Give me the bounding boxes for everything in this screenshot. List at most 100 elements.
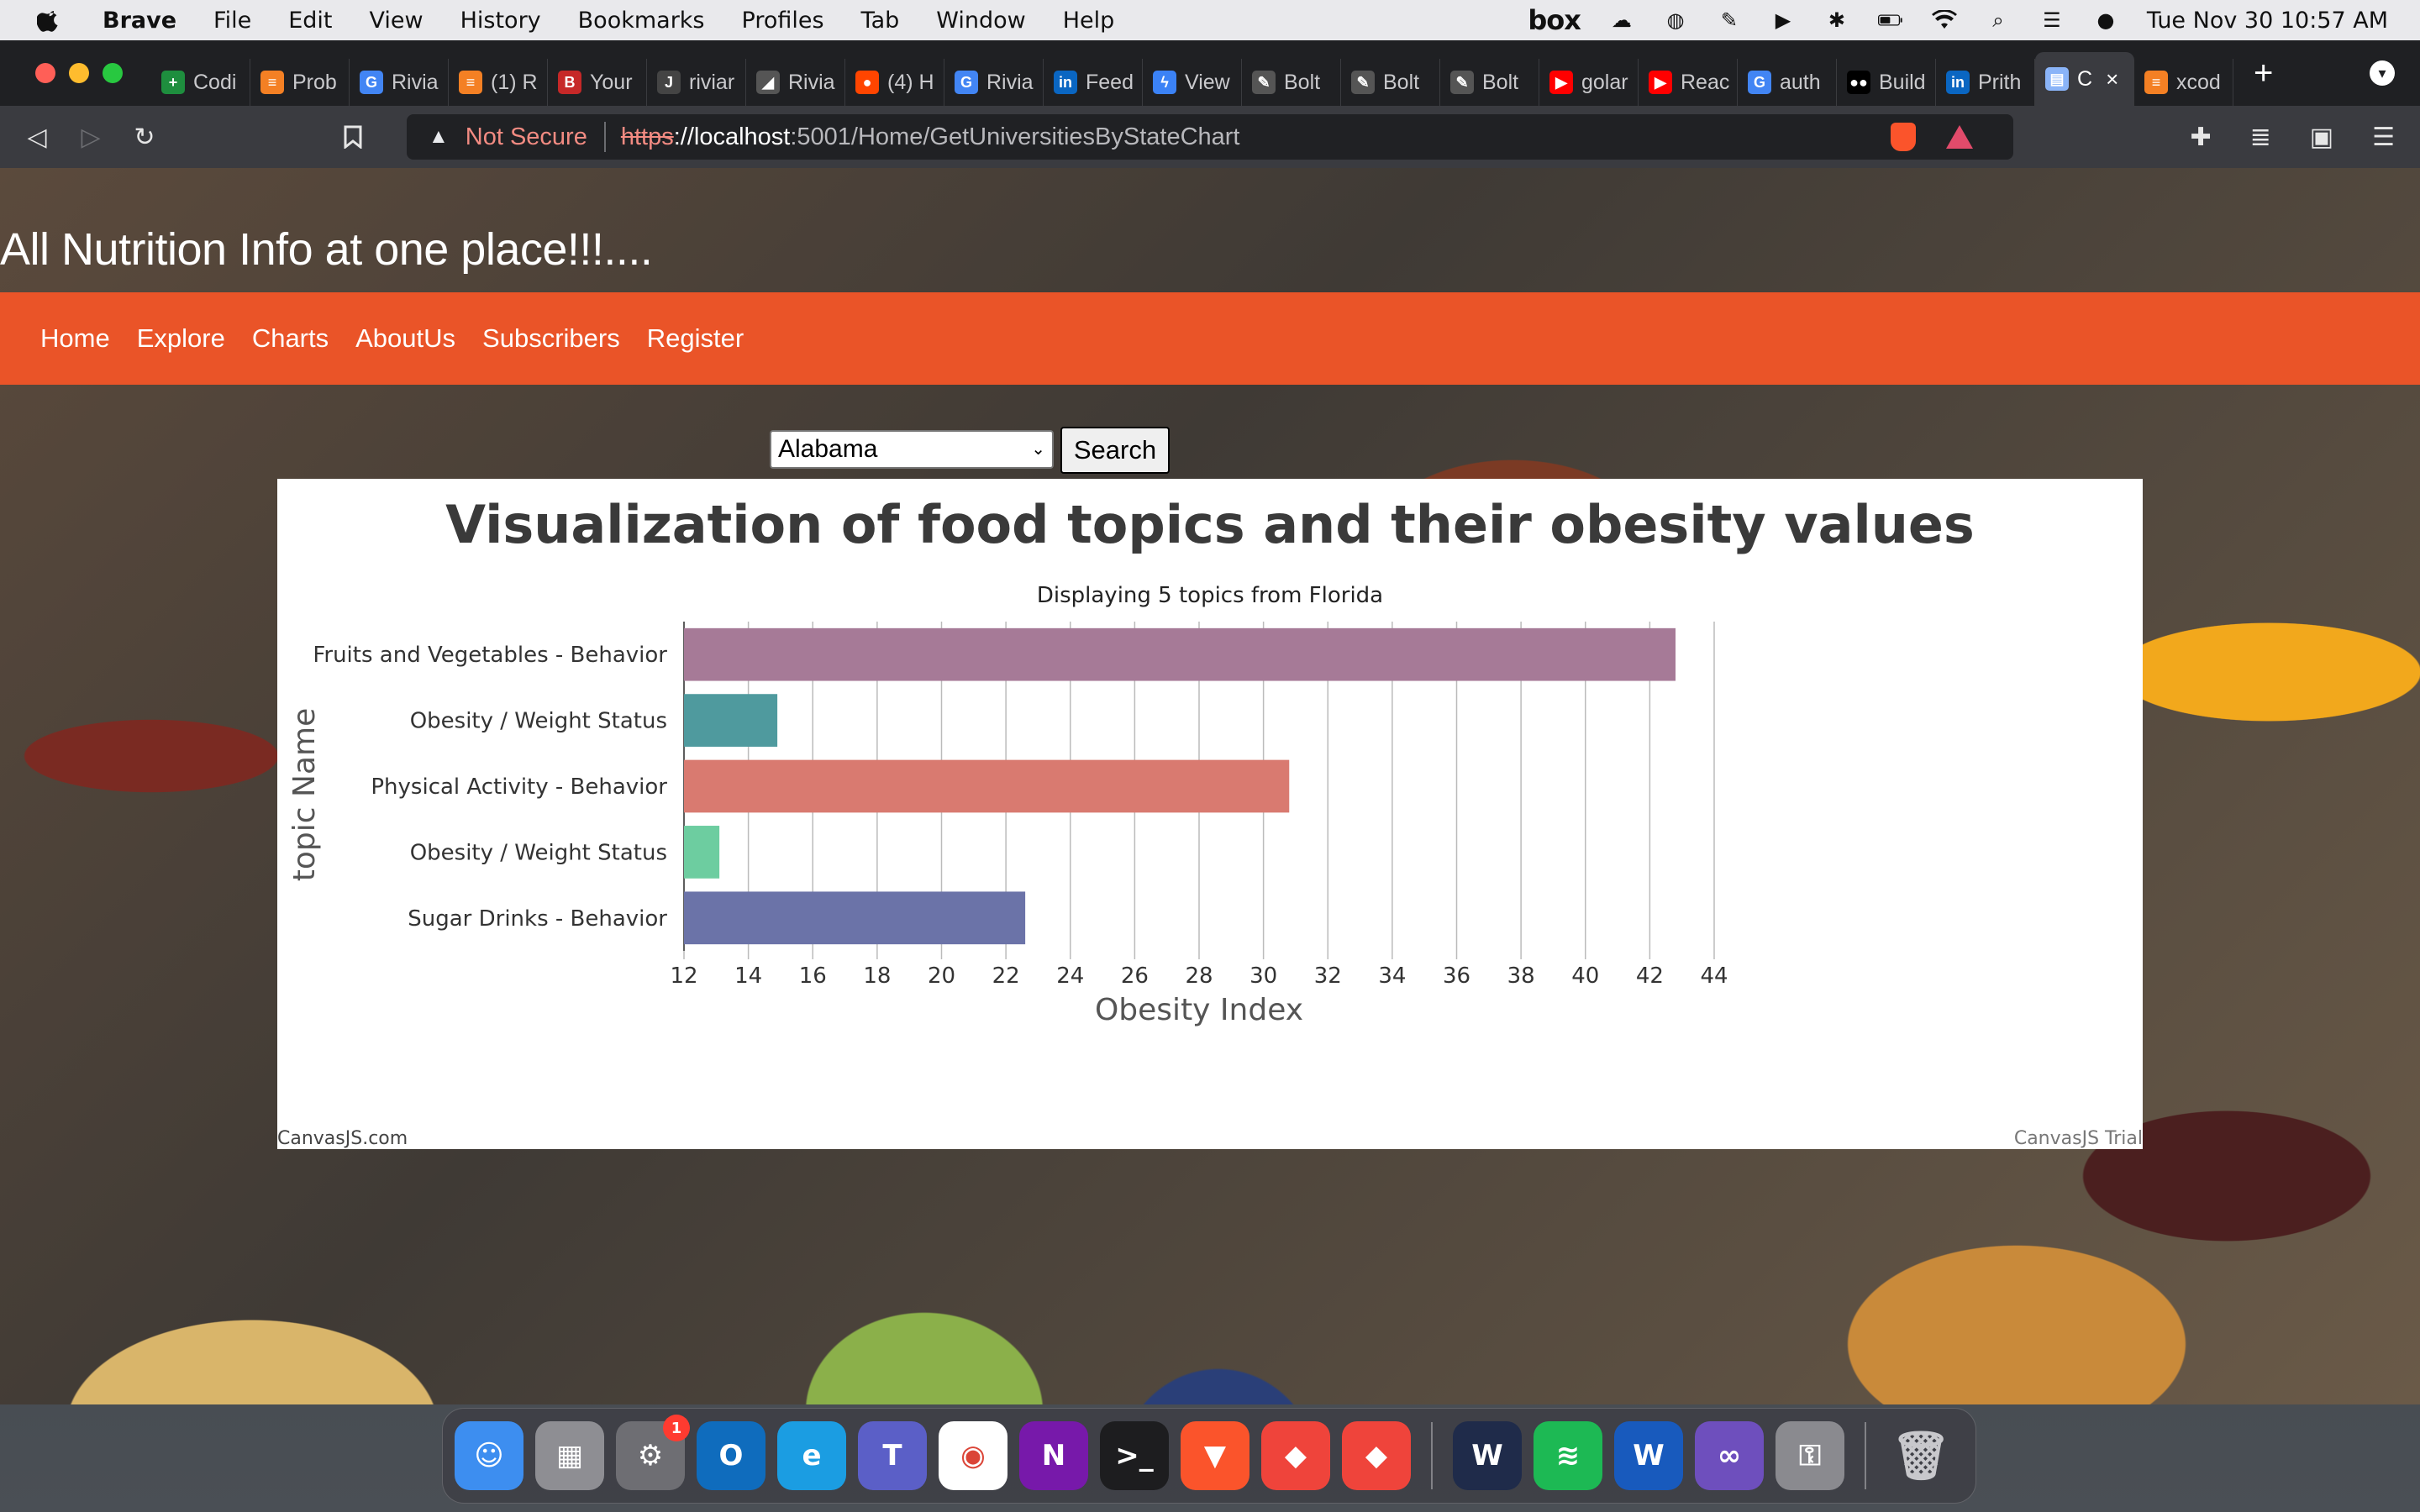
menu-help[interactable]: Help [1063, 8, 1115, 34]
word-icon[interactable]: W [1614, 1421, 1683, 1490]
menu-edit[interactable]: Edit [288, 8, 332, 34]
tab[interactable]: + Codi [151, 59, 250, 106]
tab[interactable]: ●● Build [1837, 59, 1936, 106]
battery-icon[interactable] [1877, 8, 1903, 32]
tab[interactable]: ● (4) H [845, 59, 944, 106]
nav-subscribers[interactable]: Subscribers [482, 323, 620, 354]
warning-icon[interactable]: ▲ [429, 125, 449, 149]
brave-icon[interactable]: ▼ [1181, 1421, 1249, 1490]
tab[interactable]: B Your [548, 59, 647, 106]
menu-bookmarks[interactable]: Bookmarks [578, 8, 705, 34]
tab-search-icon[interactable]: ▾ [2370, 60, 2395, 86]
nav-explore[interactable]: Explore [137, 323, 225, 354]
brave-rewards-icon[interactable] [1946, 125, 1973, 149]
tab[interactable]: ϟ View [1143, 59, 1242, 106]
tab[interactable]: Jriviar [647, 59, 746, 106]
tab[interactable]: in Prith [1936, 59, 2035, 106]
edge-icon[interactable]: e [777, 1421, 846, 1490]
tab[interactable]: ▶ golar [1539, 59, 1639, 106]
menu-icon[interactable]: ☰ [2372, 123, 2395, 152]
canvasjs-credit[interactable]: CanvasJS.com [277, 1128, 408, 1149]
tab[interactable]: ✎ Bolt [1440, 59, 1539, 106]
new-tab-button[interactable]: + [2254, 55, 2273, 92]
chrome-icon[interactable]: ◉ [939, 1421, 1007, 1490]
tab-label: Rivia [788, 70, 835, 94]
bookmark-icon[interactable] [336, 120, 370, 154]
nav-home[interactable]: Home [40, 323, 110, 354]
pen-tool-icon[interactable]: ✎ [1717, 8, 1742, 32]
x-tick-label: 36 [1443, 963, 1470, 989]
tab[interactable]: ✎ Bolt [1242, 59, 1341, 106]
playlist-icon[interactable]: ≣ [2250, 123, 2271, 152]
menu-file[interactable]: File [213, 8, 251, 34]
control-center-icon[interactable]: ☰ [2039, 8, 2065, 32]
onenote-icon[interactable]: N [1019, 1421, 1088, 1490]
tab[interactable]: Gauth [1738, 59, 1837, 106]
menu-window[interactable]: Window [936, 8, 1025, 34]
menu-app-name[interactable]: Brave [103, 8, 176, 34]
brave-shields-icon[interactable] [1891, 123, 1916, 151]
anydesk-icon-2[interactable]: ◆ [1342, 1421, 1411, 1490]
terminal-icon[interactable]: >_ [1100, 1421, 1169, 1490]
menu-tab[interactable]: Tab [861, 8, 900, 34]
close-tab-icon[interactable]: × [2106, 66, 2118, 92]
tab[interactable]: ▶ Reac [1639, 59, 1738, 106]
trash-icon[interactable]: 🗑 [1886, 1421, 1955, 1490]
reload-button[interactable]: ↻ [128, 120, 161, 154]
not-secure-label[interactable]: Not Secure [466, 123, 587, 151]
finder-icon[interactable]: ☺ [455, 1421, 523, 1490]
outlook-icon[interactable]: O [697, 1421, 765, 1490]
launchpad-icon[interactable]: ▦ [535, 1421, 604, 1490]
back-button[interactable]: ◁ [20, 120, 54, 154]
box-menu-icon[interactable]: box [1528, 4, 1581, 36]
menu-clock[interactable]: Tue Nov 30 10:57 AM [2147, 8, 2388, 34]
visual-studio-icon[interactable]: ∞ [1695, 1421, 1764, 1490]
chart-container: Visualization of food topics and their o… [277, 479, 2143, 1149]
nav-register[interactable]: Register [647, 323, 744, 354]
tab-active[interactable]: ▤ C × [2035, 52, 2134, 106]
bluetooth-icon[interactable]: ✱ [1824, 8, 1849, 32]
address-bar[interactable]: ▲ Not Secure https ://localhost :5001/Ho… [407, 114, 2013, 160]
system-preferences-icon[interactable]: ⚙ 1 [616, 1415, 690, 1490]
apple-icon[interactable] [37, 8, 62, 33]
y-tick-label: Fruits and Vegetables - Behavior [313, 643, 667, 668]
bolt-icon: ϟ [1153, 71, 1176, 94]
nav-aboutus[interactable]: AboutUs [355, 323, 455, 354]
tab[interactable]: ≡ xcod [2134, 59, 2233, 106]
extensions-icon[interactable]: ✚ [2190, 123, 2211, 152]
spotify-icon[interactable]: ≋ [1534, 1421, 1602, 1490]
menu-profiles[interactable]: Profiles [742, 8, 824, 34]
wacom-icon[interactable]: ◍ [1663, 8, 1688, 32]
keychain-icon[interactable]: ⚿ [1776, 1421, 1844, 1490]
nav-charts[interactable]: Charts [252, 323, 329, 354]
close-window-button[interactable] [35, 63, 55, 83]
search-button[interactable]: Search [1060, 427, 1170, 474]
fullscreen-window-button[interactable] [103, 63, 123, 83]
cloud-sync-icon[interactable]: ☁ [1609, 8, 1634, 32]
tab-label: C [2077, 66, 2093, 91]
tab[interactable]: ◢ Rivia [746, 59, 845, 106]
wifi-icon[interactable] [1931, 8, 1957, 32]
spotlight-search-icon[interactable]: ⌕ [1986, 8, 2011, 32]
tab[interactable]: G Rivia [944, 59, 1044, 106]
tab[interactable]: ✎ Bolt [1341, 59, 1440, 106]
state-select[interactable]: Alabama ⌄ [770, 430, 1054, 469]
tab[interactable]: ≡ (1) R [449, 59, 548, 106]
minimize-window-button[interactable] [69, 63, 89, 83]
tab[interactable]: ≡ Prob [250, 59, 350, 106]
status-menus: box ☁ ◍ ✎ ▶ ✱ ⌕ ☰ ● Tue Nov 30 10:57 AM [1528, 4, 2388, 36]
anydesk-icon[interactable]: ◆ [1261, 1421, 1330, 1490]
doc-icon: ▤ [2045, 67, 2069, 91]
webex-icon[interactable]: W [1453, 1421, 1522, 1490]
teams-icon[interactable]: T [858, 1421, 927, 1490]
tab[interactable]: G Rivia [350, 59, 449, 106]
forward-button[interactable]: ▷ [74, 120, 108, 154]
tab-label: riviar [689, 70, 735, 94]
menu-view[interactable]: View [370, 8, 424, 34]
play-icon[interactable]: ▶ [1770, 8, 1796, 32]
menu-history[interactable]: History [460, 8, 541, 34]
bar [684, 759, 1290, 813]
tab[interactable]: in Feed [1044, 59, 1143, 106]
wallet-icon[interactable]: ▣ [2310, 123, 2333, 152]
siri-icon[interactable]: ● [2093, 8, 2118, 32]
